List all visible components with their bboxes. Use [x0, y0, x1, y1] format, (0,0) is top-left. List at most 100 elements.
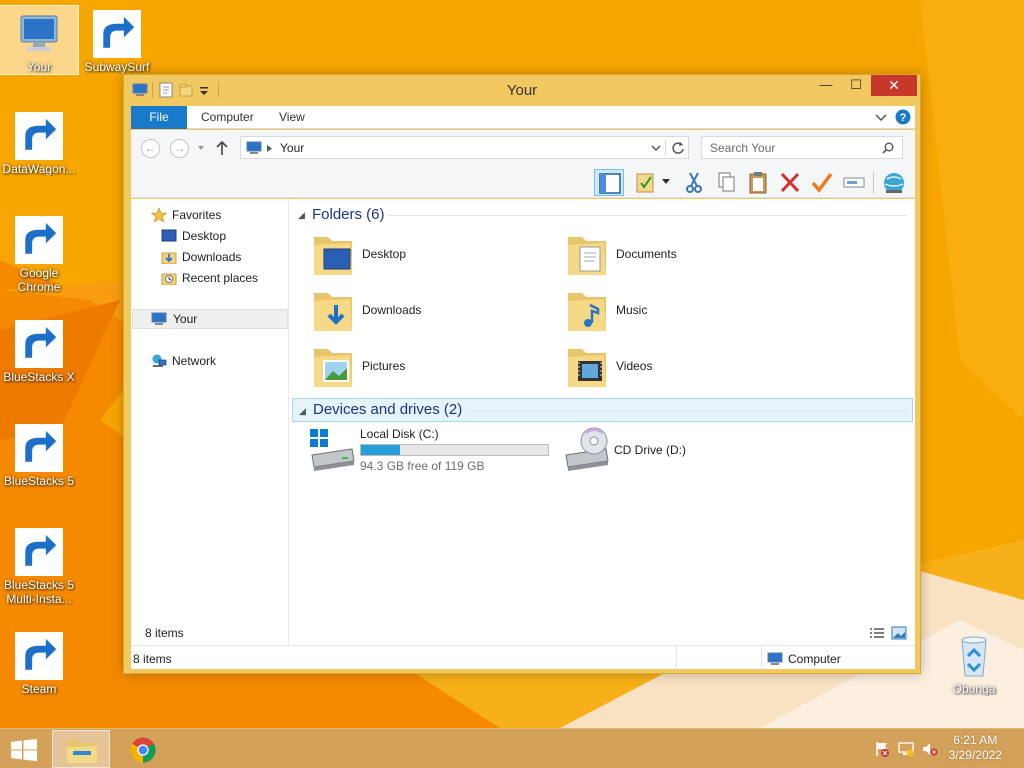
computer-icon	[246, 141, 262, 154]
copy-button[interactable]	[711, 169, 741, 196]
large-icons-view-icon[interactable]	[891, 626, 907, 640]
breadcrumb-chevron-icon[interactable]	[267, 145, 272, 152]
ribbon-tabs: File Computer View ?	[131, 106, 915, 129]
taskbar-chrome[interactable]	[114, 730, 172, 768]
up-arrow-icon[interactable]	[215, 140, 229, 156]
main-pane: ◢ Folders (6) Desktop Documents Download…	[145, 199, 915, 645]
action-center-flag-icon[interactable]	[874, 741, 890, 757]
nav-item-recent-places[interactable]: Recent places	[131, 268, 288, 288]
close-button[interactable]: ✕	[871, 75, 917, 96]
address-bar[interactable]: Your	[240, 136, 689, 159]
drive-name: Local Disk (C:)	[360, 427, 439, 441]
title-bar[interactable]: Your — ☐ ✕	[124, 75, 920, 105]
navigation-pane: Favorites Desktop Downloads Recent place…	[131, 199, 289, 645]
minimize-button[interactable]: —	[811, 75, 841, 96]
svg-text:?: ?	[900, 112, 907, 124]
refresh-icon[interactable]	[671, 141, 685, 155]
folder-tile-desktop[interactable]: Desktop	[310, 229, 560, 281]
desktop-icon-steam[interactable]: Steam	[0, 628, 78, 696]
desktop-icon-bluestacks-x[interactable]: BlueStacks X	[0, 316, 78, 384]
help-icon[interactable]: ?	[895, 109, 911, 125]
nav-item-network[interactable]: Network	[131, 351, 288, 371]
group-header-devices-label: Devices and drives (2)	[313, 401, 463, 418]
check-button[interactable]	[807, 169, 837, 196]
bluestacks-x-icon	[15, 320, 63, 368]
search-input[interactable]: Search Your	[701, 136, 903, 159]
status-item-count: 8 items	[133, 652, 172, 666]
tab-computer[interactable]: Computer	[189, 106, 266, 129]
window-title: Your	[506, 82, 538, 99]
network-button[interactable]	[879, 169, 909, 196]
nav-item-label: Network	[172, 354, 217, 368]
address-dropdown-icon[interactable]	[651, 145, 661, 152]
nav-item-downloads[interactable]: Downloads	[131, 247, 288, 267]
chevron-down-icon[interactable]	[661, 179, 671, 185]
search-icon[interactable]	[882, 142, 894, 154]
desktop-icon-bluestacks-5[interactable]: BlueStacks 5	[0, 420, 78, 488]
folder-tile-pictures[interactable]: Pictures	[310, 341, 560, 393]
breadcrumb[interactable]: Your	[280, 141, 304, 155]
system-clock[interactable]: 6:21 AM 3/29/2022	[949, 733, 1002, 763]
folder-label: Documents	[616, 247, 677, 261]
details-view-icon[interactable]	[869, 626, 885, 640]
collapse-triangle-icon[interactable]: ◢	[299, 406, 306, 417]
shortcut-arrow-icon	[15, 528, 63, 576]
network-status-icon[interactable]	[898, 741, 914, 757]
nav-item-this-pc[interactable]: Your	[132, 309, 288, 329]
folder-label: Downloads	[362, 303, 422, 317]
taskbar: 6:21 AM 3/29/2022	[0, 728, 1024, 768]
tab-file[interactable]: File	[131, 106, 187, 129]
desktop-icon-recycle-bin[interactable]: Obunga	[935, 628, 1013, 696]
start-button[interactable]	[0, 730, 48, 768]
shortcut-arrow-icon	[15, 112, 63, 160]
nav-item-label: Recent places	[182, 271, 259, 285]
nav-favorites[interactable]: Favorites	[131, 205, 288, 225]
maximize-button[interactable]: ☐	[841, 75, 871, 96]
desktop-icon-google-chrome[interactable]: Google Chrome	[0, 212, 78, 294]
rename-button[interactable]	[839, 169, 869, 196]
preview-pane-button[interactable]	[594, 169, 624, 196]
recent-places-icon	[161, 273, 177, 285]
taskbar-file-explorer[interactable]	[52, 730, 110, 768]
folder-tile-videos[interactable]: Videos	[564, 341, 814, 393]
properties-button[interactable]	[631, 169, 661, 196]
downloads-icon	[161, 252, 177, 264]
forward-button[interactable]: →	[170, 139, 189, 158]
desktop-icon-your[interactable]: Your	[0, 5, 79, 75]
bluestacks-5-icon	[15, 424, 63, 472]
collapse-triangle-icon[interactable]: ◢	[298, 210, 305, 221]
steam-icon	[15, 632, 63, 680]
tab-view[interactable]: View	[267, 106, 317, 129]
drive-tile-cd[interactable]: CD Drive (D:)	[562, 425, 812, 479]
desktop-icon-subwaysurf[interactable]: SubwaySurf	[78, 6, 156, 74]
folder-tile-music[interactable]: Music	[564, 285, 814, 337]
computer-icon	[151, 312, 167, 325]
recent-locations-chevron-icon[interactable]	[197, 145, 205, 151]
paste-button[interactable]	[743, 169, 773, 196]
explorer-window[interactable]: Your — ☐ ✕ File Computer View ? ← → Your…	[123, 74, 921, 674]
volume-muted-icon[interactable]	[922, 741, 938, 757]
computer-icon	[15, 10, 63, 58]
group-header-folders-label: Folders (6)	[312, 206, 385, 223]
drive-tile-local-disk[interactable]: Local Disk (C:) 94.3 GB free of 119 GB	[308, 425, 558, 479]
delete-button[interactable]	[775, 169, 805, 196]
folder-tile-documents[interactable]: Documents	[564, 229, 814, 281]
expand-ribbon-icon[interactable]	[875, 113, 887, 123]
folder-tile-downloads[interactable]: Downloads	[310, 285, 560, 337]
status-bar: 8 items Computer	[131, 645, 915, 670]
folder-label: Videos	[616, 359, 653, 373]
windows-logo-icon	[11, 739, 37, 761]
desktop-icon-datawagon[interactable]: DataWagon...	[0, 108, 78, 176]
nav-favorites-label: Favorites	[172, 208, 222, 222]
nav-item-desktop[interactable]: Desktop	[131, 226, 288, 246]
drive-usage-bar	[360, 444, 549, 456]
group-header-devices[interactable]: ◢ Devices and drives (2)	[292, 398, 913, 422]
back-button[interactable]: ←	[141, 139, 160, 158]
desktop-icon-bluestacks-multi-instance[interactable]: BlueStacks 5 Multi-Insta...	[0, 524, 78, 606]
drive-free-space: 94.3 GB free of 119 GB	[360, 459, 485, 473]
file-explorer-icon	[67, 740, 97, 763]
divider	[467, 410, 906, 411]
group-header-folders[interactable]: ◢ Folders (6)	[292, 203, 913, 227]
pictures-folder-icon	[314, 349, 352, 387]
cut-button[interactable]	[679, 169, 709, 196]
